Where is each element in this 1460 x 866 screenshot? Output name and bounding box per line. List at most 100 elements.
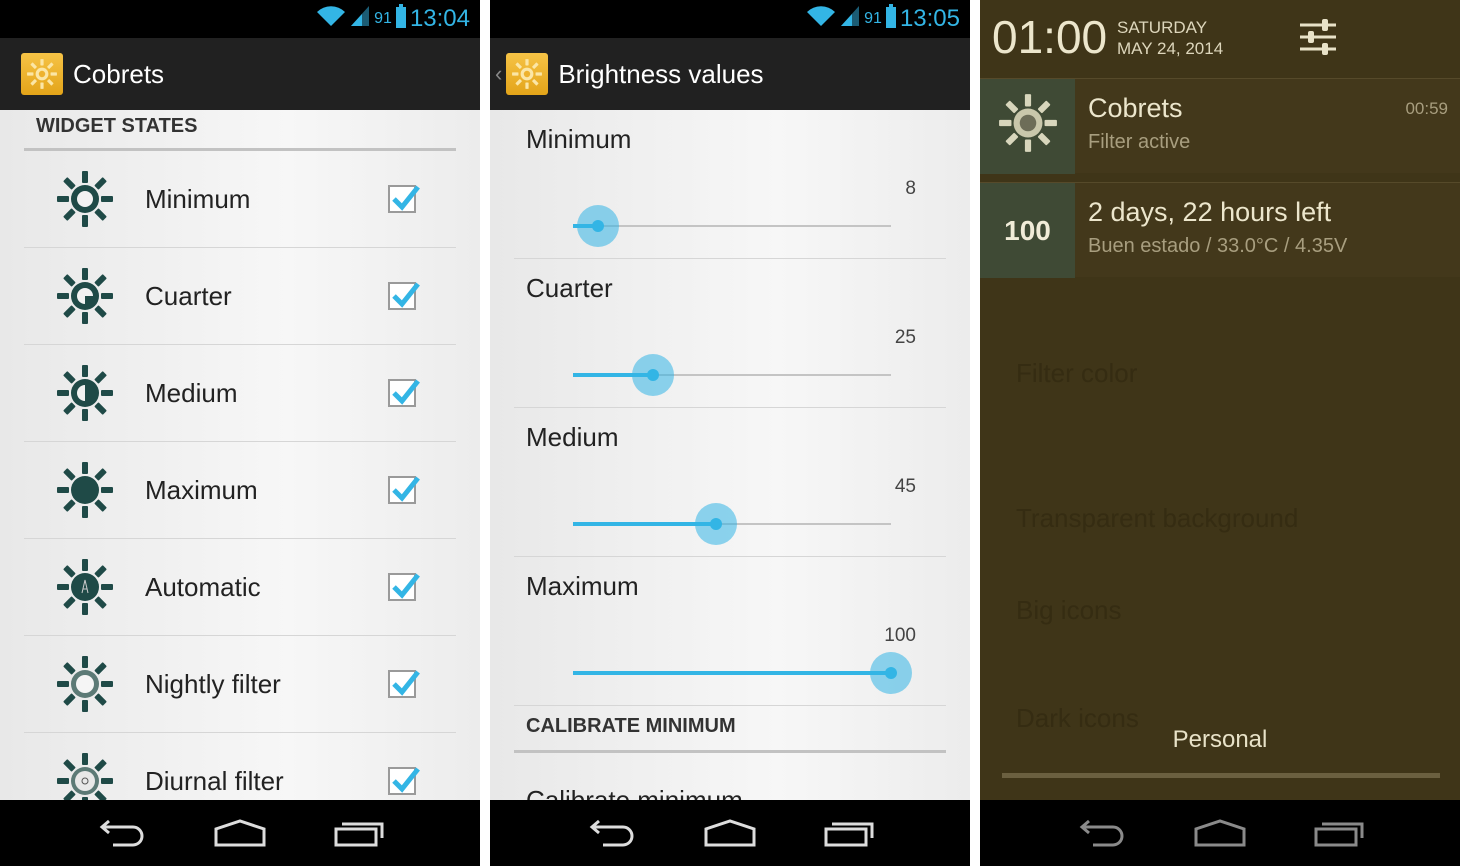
- notification-battery[interactable]: 100 2 days, 22 hours left Buen estado / …: [980, 182, 1460, 278]
- shade-date: MAY 24, 2014: [1117, 39, 1224, 58]
- widget-states-screen: 91 13:04 Cobrets WIDGET STATES Minimum C…: [0, 0, 480, 866]
- widget-state-row[interactable]: Automatic: [24, 539, 456, 636]
- widget-state-checkbox[interactable]: [388, 670, 420, 698]
- screen-title: Brightness values: [558, 58, 764, 89]
- sun-minimum-icon: [55, 169, 115, 229]
- sun-nightly-icon: [55, 654, 115, 714]
- slider-fill: [573, 671, 891, 675]
- section-header: WIDGET STATES: [24, 115, 456, 151]
- slider-track[interactable]: [573, 652, 912, 694]
- widget-state-label: Diurnal filter: [145, 765, 284, 796]
- notification-title: 2 days, 22 hours left: [1088, 197, 1332, 227]
- background-item: Transparent background: [1016, 503, 1299, 533]
- app-title: Cobrets: [73, 58, 165, 89]
- home-icon[interactable]: [1190, 813, 1250, 853]
- up-caret-icon[interactable]: ‹: [495, 61, 502, 87]
- nav-bar: [490, 800, 970, 866]
- checkmark-icon: [392, 573, 420, 599]
- shade-clock: 01:00: [992, 11, 1108, 63]
- nav-bar: [980, 800, 1460, 866]
- back-icon[interactable]: [90, 813, 150, 853]
- checkmark-icon: [392, 379, 420, 405]
- recents-icon[interactable]: [1310, 813, 1370, 853]
- slider-value: 8: [905, 178, 916, 199]
- widget-state-checkbox[interactable]: [388, 767, 420, 795]
- widget-state-label: Cuarter: [145, 280, 232, 311]
- widget-state-label: Medium: [145, 377, 238, 408]
- widget-state-checkbox[interactable]: [388, 379, 420, 407]
- home-icon[interactable]: [210, 813, 270, 853]
- slider-thumb[interactable]: [695, 503, 738, 545]
- widget-state-label: Nightly filter: [145, 668, 281, 699]
- checkmark-icon: [392, 476, 420, 502]
- quick-settings-icon[interactable]: [1298, 18, 1338, 61]
- brightness-settings: Minimum 8 Cuarter 25 Medium 45 Maximum 1…: [490, 110, 970, 800]
- slider-thumb[interactable]: [631, 354, 674, 396]
- notification-cobrets[interactable]: Cobrets Filter active 00:59: [980, 78, 1460, 174]
- widget-states-list: WIDGET STATES Minimum Cuarter Medium Max…: [0, 110, 480, 800]
- slider-track[interactable]: [573, 503, 891, 545]
- slider-label: Maximum: [526, 571, 639, 601]
- notification-title: Cobrets: [1088, 93, 1183, 123]
- calibrate-minimum-item[interactable]: Calibrate minimum: [526, 785, 743, 800]
- sun-automatic-icon: [55, 557, 115, 617]
- widget-state-checkbox[interactable]: [388, 476, 420, 504]
- clock: 13:04: [409, 4, 470, 32]
- wifi-icon: [316, 5, 346, 32]
- recents-icon[interactable]: [820, 813, 880, 853]
- widget-state-row[interactable]: Minimum: [24, 151, 456, 248]
- battery-icon: [395, 4, 406, 33]
- widget-state-row[interactable]: Maximum: [24, 442, 456, 539]
- widget-state-label: Automatic: [145, 571, 261, 602]
- widget-state-label: Maximum: [145, 474, 258, 505]
- app-icon[interactable]: [506, 53, 549, 95]
- battery-level: 91: [864, 9, 882, 27]
- checkmark-icon: [392, 767, 420, 793]
- widget-state-row[interactable]: Diurnal filter: [24, 733, 456, 800]
- status-bar: 91 13:05: [490, 0, 970, 38]
- widget-state-row[interactable]: Cuarter: [24, 248, 456, 345]
- widget-state-checkbox[interactable]: [388, 282, 420, 310]
- signal-icon: [350, 5, 370, 32]
- sun-notification-icon: [980, 79, 1075, 174]
- sun-medium-icon: [55, 363, 115, 423]
- wifi-icon: [806, 5, 836, 32]
- section-header: CALIBRATE MINIMUM: [514, 715, 946, 753]
- user-label: Personal: [1172, 726, 1268, 753]
- checkmark-icon: [392, 282, 420, 308]
- nav-bar: [0, 800, 480, 866]
- notification-shade: Filter color Transparent background Big …: [980, 0, 1460, 866]
- slider-value: 25: [894, 327, 916, 348]
- widget-state-checkbox[interactable]: [388, 185, 420, 213]
- brightness-slider-row: Minimum 8: [514, 110, 946, 259]
- background-item: Filter color: [1016, 358, 1138, 388]
- slider-label: Medium: [526, 422, 619, 452]
- action-bar: Cobrets: [0, 38, 480, 110]
- sun-diurnal-icon: [55, 751, 115, 800]
- notification-time: 00:59: [1405, 99, 1448, 118]
- widget-state-row[interactable]: Medium: [24, 345, 456, 442]
- battery-level-badge: 100: [980, 183, 1075, 278]
- widget-state-checkbox[interactable]: [388, 573, 420, 601]
- slider-track[interactable]: [573, 354, 891, 396]
- widget-state-row[interactable]: Nightly filter: [24, 636, 456, 733]
- recents-icon[interactable]: [330, 813, 390, 853]
- slider-thumb[interactable]: [577, 205, 620, 247]
- action-bar[interactable]: ‹ Brightness values: [490, 38, 970, 110]
- shade-handle[interactable]: [1002, 773, 1440, 778]
- sun-maximum-icon: [55, 460, 115, 520]
- brightness-slider-row: Cuarter 25: [514, 259, 946, 408]
- slider-track[interactable]: [573, 205, 891, 247]
- home-icon[interactable]: [700, 813, 760, 853]
- background-item: Big icons: [1016, 595, 1122, 625]
- clock: 13:05: [899, 4, 960, 32]
- notification-subtitle: Filter active: [1088, 131, 1191, 153]
- slider-thumb[interactable]: [870, 652, 912, 694]
- back-icon[interactable]: [580, 813, 640, 853]
- brightness-slider-row: Medium 45: [514, 408, 946, 557]
- slider-value: 45: [894, 476, 916, 497]
- battery-level: 91: [374, 9, 392, 27]
- back-icon[interactable]: [1070, 813, 1130, 853]
- app-icon[interactable]: [21, 53, 63, 95]
- slider-label: Minimum: [526, 124, 632, 154]
